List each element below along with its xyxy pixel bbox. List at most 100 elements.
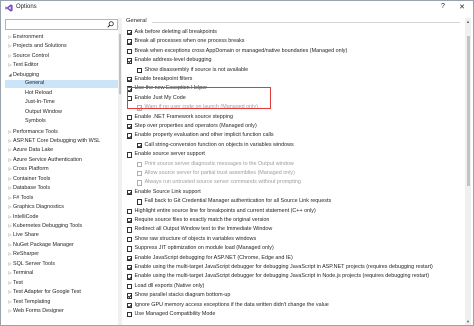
tree-item[interactable]: ▷Database Tools [5, 184, 118, 192]
checked-checkbox[interactable] [127, 265, 133, 271]
tree-item[interactable]: ▷F# Tools [5, 194, 118, 202]
checked-checkbox[interactable] [127, 133, 133, 139]
option-label: Break when exceptions cross AppDomain or… [134, 47, 348, 54]
option-label: Ignore GPU memory access exceptions if t… [134, 301, 329, 308]
option-label: Use Managed Compatibility Mode [134, 311, 216, 317]
section-divider [152, 22, 460, 23]
tree-item-label: Source Control [13, 52, 49, 59]
options-category-tree: ▷Environment ▷Projects and Solutions ▷Sour… [5, 33, 118, 325]
options-search-box[interactable] [5, 19, 118, 30]
tree-item[interactable]: ▷SQL Server Tools [5, 260, 118, 268]
checked-checkbox[interactable] [127, 30, 133, 36]
unchecked-checkbox[interactable] [137, 67, 143, 73]
tree-item-label: Symbols [25, 118, 46, 125]
unchecked-checkbox[interactable] [127, 208, 133, 214]
tree-item[interactable]: ◢Debugging [5, 71, 118, 79]
checked-checkbox[interactable] [127, 274, 133, 280]
tree-item[interactable]: ▷Test Adapter for Google Test [5, 288, 118, 296]
tree-item[interactable]: ▷Cross Platform [5, 165, 118, 173]
tree-item-label: Just-In-Time [25, 99, 55, 106]
tree-item[interactable]: ▷Test [5, 279, 118, 287]
tree-item[interactable]: Hot Reload [5, 90, 118, 98]
checked-checkbox[interactable] [127, 189, 133, 196]
tree-item-label: Performance Tools [13, 128, 58, 135]
help-button[interactable]: ? [438, 3, 448, 10]
checked-checkbox[interactable] [127, 255, 133, 261]
tree-item-label: Text Editor [13, 62, 39, 69]
tree-item[interactable]: ▷ReSharper [5, 250, 118, 258]
tree-item[interactable]: Just-In-Time [5, 99, 118, 107]
tree-item[interactable]: ▷Azure Service Authentication [5, 156, 118, 164]
just-my-code-highlight-box [127, 87, 271, 109]
tree-item[interactable]: ▷Web Forms Designer [5, 307, 118, 315]
tree-item[interactable]: ▷Live Share [5, 231, 118, 239]
tree-item[interactable]: ▷IntelliCode [5, 213, 118, 221]
options-scrollbar-thumb[interactable] [466, 36, 470, 186]
unchecked-checkbox[interactable] [127, 236, 133, 243]
tree-item[interactable]: ▷ASP.NET Core Debugging with WSL [5, 137, 118, 145]
unchecked-checkbox [137, 180, 143, 186]
unchecked-checkbox[interactable] [137, 199, 143, 205]
option-label: Enable source server support [134, 151, 205, 158]
tree-item[interactable]: ▷Text Templating [5, 298, 118, 306]
unchecked-checkbox [137, 171, 143, 177]
option-label: Step over properties and operators (Mana… [134, 123, 257, 129]
option-label: Enable .NET Framework source stepping [134, 113, 233, 120]
option-label: Print source server diagnostic messages … [144, 160, 294, 167]
tree-item[interactable]: Output Window [5, 109, 118, 117]
checked-checkbox[interactable] [137, 142, 143, 149]
tree-item-label: F# Tools [13, 194, 34, 201]
option-label: Fall back to Git Credential Manager auth… [144, 198, 332, 205]
close-button[interactable]: ✕ [457, 3, 467, 11]
tree-item-label: Output Window [25, 108, 62, 115]
tree-item-label: Hot Reload [25, 89, 52, 96]
unchecked-checkbox[interactable] [127, 227, 133, 233]
tree-item[interactable]: ▷Terminal [5, 269, 118, 277]
checked-checkbox[interactable] [127, 124, 133, 130]
option-label: Suppress JIT optimization on module load… [134, 245, 274, 252]
checked-checkbox[interactable] [127, 293, 133, 299]
tree-item[interactable]: ▷Text Editor [5, 61, 118, 69]
checked-checkbox[interactable] [127, 218, 133, 224]
unchecked-checkbox[interactable] [127, 246, 133, 252]
checked-checkbox[interactable] [127, 77, 133, 83]
unchecked-checkbox[interactable] [127, 283, 133, 290]
window-title: Options [16, 4, 37, 10]
tree-item[interactable]: ▷Container Tools [5, 175, 118, 183]
tree-item[interactable]: ▷Projects and Solutions [5, 42, 118, 50]
unchecked-checkbox[interactable] [127, 312, 133, 318]
tree-item[interactable]: ▷NuGet Package Manager [5, 241, 118, 249]
option-label: Show disassembly if source is not availa… [144, 66, 249, 73]
tree-item-label: Cross Platform [13, 166, 49, 173]
scroll-up-arrow-icon[interactable]: ▲ [465, 19, 471, 24]
tree-item-label: Projects and Solutions [13, 43, 67, 50]
option-label: Enable breakpoint filters [134, 76, 193, 82]
search-icon[interactable] [107, 21, 114, 28]
tree-item[interactable]: ▷Environment [5, 33, 118, 41]
unchecked-checkbox[interactable] [127, 114, 133, 120]
tree-item[interactable]: Symbols [5, 118, 118, 126]
title-bar: Options ? ✕ [1, 1, 473, 15]
option-label: Show parallel stacks diagram bottom-up [134, 292, 231, 299]
option-label: Ask before deleting all breakpoints [134, 29, 217, 35]
unchecked-checkbox[interactable] [127, 152, 133, 158]
checked-checkbox[interactable] [127, 58, 133, 64]
tree-item[interactable]: ▷Source Control [5, 52, 118, 60]
visual-studio-icon [5, 4, 13, 12]
tree-item[interactable]: ▷Graphics Diagnostics [5, 203, 118, 211]
option-label: Redirect all Output Window text to the I… [134, 226, 273, 233]
options-scrollbar[interactable]: ▲ ▼ [465, 18, 471, 325]
tree-item-label: Test Adapter for Google Test [13, 289, 81, 296]
tree-scrollbar-thumb[interactable] [119, 34, 121, 94]
scroll-down-arrow-icon[interactable]: ▼ [465, 319, 471, 324]
checked-checkbox[interactable] [127, 302, 133, 308]
tree-item[interactable]: ▷Performance Tools [5, 128, 118, 136]
checked-checkbox[interactable] [127, 39, 133, 45]
tree-item-label: Azure Data Lake [13, 147, 54, 154]
tree-item[interactable]: ▷Azure Data Lake [5, 146, 118, 154]
tree-item[interactable]: ▷Kubernetes Debugging Tools [5, 222, 118, 230]
tree-scrollbar[interactable] [118, 18, 122, 325]
search-input[interactable] [8, 20, 104, 29]
tree-item[interactable]: General [5, 80, 118, 88]
unchecked-checkbox[interactable] [127, 48, 133, 55]
